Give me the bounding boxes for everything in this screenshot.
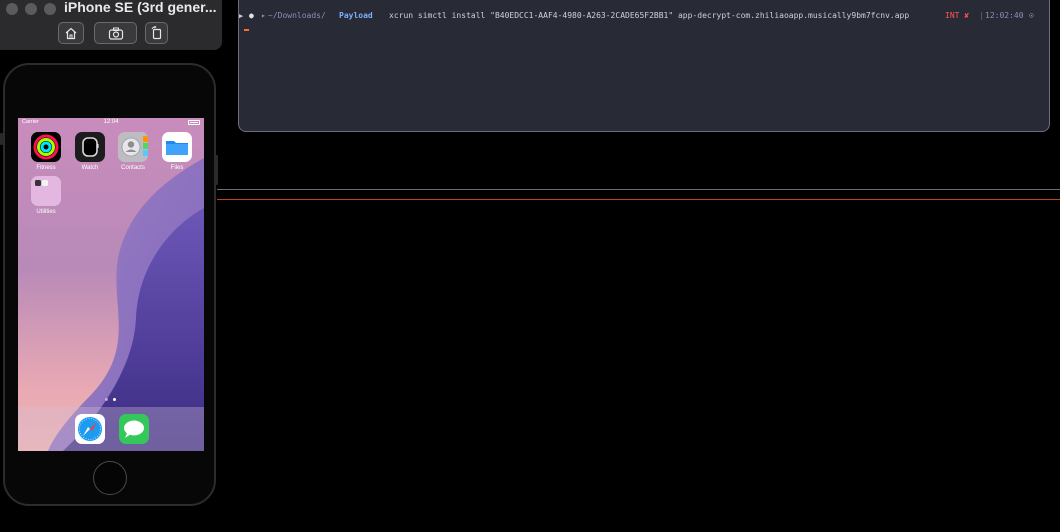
zoom-window-button[interactable] [44,3,56,15]
terminal-cursor [244,29,249,31]
watch-icon [75,132,105,162]
separator: | [979,11,984,20]
home-hardware-button[interactable] [93,461,127,495]
app-label: Utilities [36,209,56,215]
page-indicator[interactable] [105,398,116,401]
simulator-title: iPhone SE (3rd gener... [64,0,217,15]
apple-icon: ● [249,11,254,20]
rotate-icon [151,26,161,40]
iphone-device: Carrier 12:04 Fitness Watch Contacts Fil… [3,63,216,506]
pane-divider-active[interactable] [217,199,1060,200]
safari-icon[interactable] [75,414,105,444]
folder-icon: ▸ [261,11,266,20]
app-label: Watch [81,165,99,171]
path-dir: Payload [339,11,373,20]
close-window-button[interactable] [6,3,18,15]
status-time: 12:04 [103,119,119,125]
dock [18,407,204,451]
fitness-icon [31,132,61,162]
home-screen: Carrier 12:04 Fitness Watch Contacts Fil… [18,118,204,451]
home-button[interactable] [58,22,84,44]
page-dot[interactable] [105,398,108,401]
screenshot-icon [108,27,123,40]
clock-icon: ⊙ [1029,11,1034,20]
files-icon [162,132,192,162]
folder-icon [31,176,61,206]
minimize-window-button[interactable] [25,3,37,15]
messages-icon[interactable] [119,414,149,444]
prompt-arrow-icon: ▶ [239,12,244,20]
status-bar: Carrier 12:04 [18,118,204,128]
side-button[interactable] [0,133,3,145]
page-dot-active[interactable] [113,398,116,401]
battery-icon [188,120,200,125]
app-label: Contacts [121,165,145,171]
command-text: xcrun simctl install "B40EDCC1-AAF4-4980… [389,11,910,20]
app-label: Fitness [36,165,56,171]
terminal-prompt-line: ▶ ● ▸ ~/Downloads/ Payload xcrun simctl … [239,9,1049,23]
home-icon [65,27,77,39]
side-button[interactable] [215,155,218,185]
prompt-time: 12:02:40 [985,11,1024,20]
rotate-button[interactable] [145,22,168,44]
app-contacts[interactable]: Contacts [116,132,150,171]
app-label: Files [170,165,184,171]
folder-utilities[interactable]: Utilities [29,176,63,215]
app-watch[interactable]: Watch [73,132,107,171]
app-fitness[interactable]: Fitness [29,132,63,171]
terminal-window[interactable]: ▶ ● ▸ ~/Downloads/ Payload xcrun simctl … [238,0,1050,132]
app-files[interactable]: Files [160,132,194,171]
pane-divider[interactable] [217,189,1060,190]
exit-status: INT ✘ [945,11,970,20]
contacts-icon [118,132,148,162]
screenshot-button[interactable] [94,22,137,44]
simulator-titlebar: iPhone SE (3rd gener... [0,0,222,50]
